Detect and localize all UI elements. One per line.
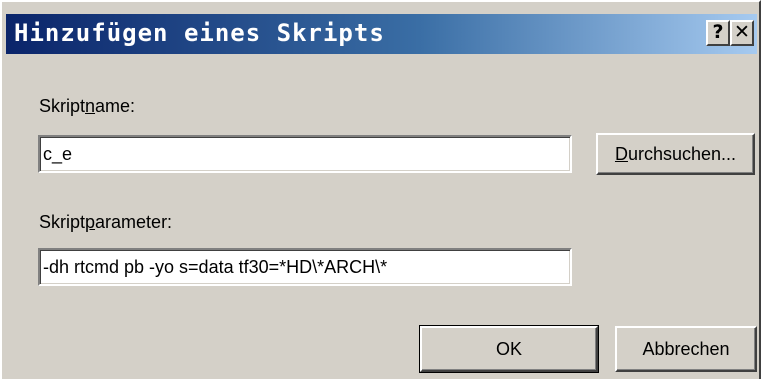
script-name-input[interactable] bbox=[40, 137, 570, 171]
close-button[interactable]: ✕ bbox=[730, 20, 754, 46]
dialog-title: Hinzufügen eines Skripts bbox=[14, 19, 385, 47]
add-script-dialog: Hinzufügen eines Skripts ? ✕ Skriptname:… bbox=[0, 0, 761, 379]
question-mark-icon: ? bbox=[712, 21, 724, 43]
help-button[interactable]: ? bbox=[706, 20, 730, 46]
script-params-label: Skriptparameter: bbox=[39, 212, 173, 232]
title-bar[interactable]: Hinzufügen eines Skripts ? ✕ bbox=[6, 14, 757, 54]
script-name-label: Skriptname: bbox=[39, 96, 136, 116]
close-icon: ✕ bbox=[734, 21, 750, 43]
cancel-button[interactable]: Abbrechen bbox=[615, 326, 757, 372]
browse-button[interactable]: Durchsuchen... bbox=[596, 133, 755, 175]
ok-button[interactable]: OK bbox=[419, 325, 599, 373]
script-params-input[interactable] bbox=[40, 250, 570, 284]
script-params-field[interactable] bbox=[38, 248, 572, 286]
script-name-field[interactable] bbox=[38, 135, 572, 173]
